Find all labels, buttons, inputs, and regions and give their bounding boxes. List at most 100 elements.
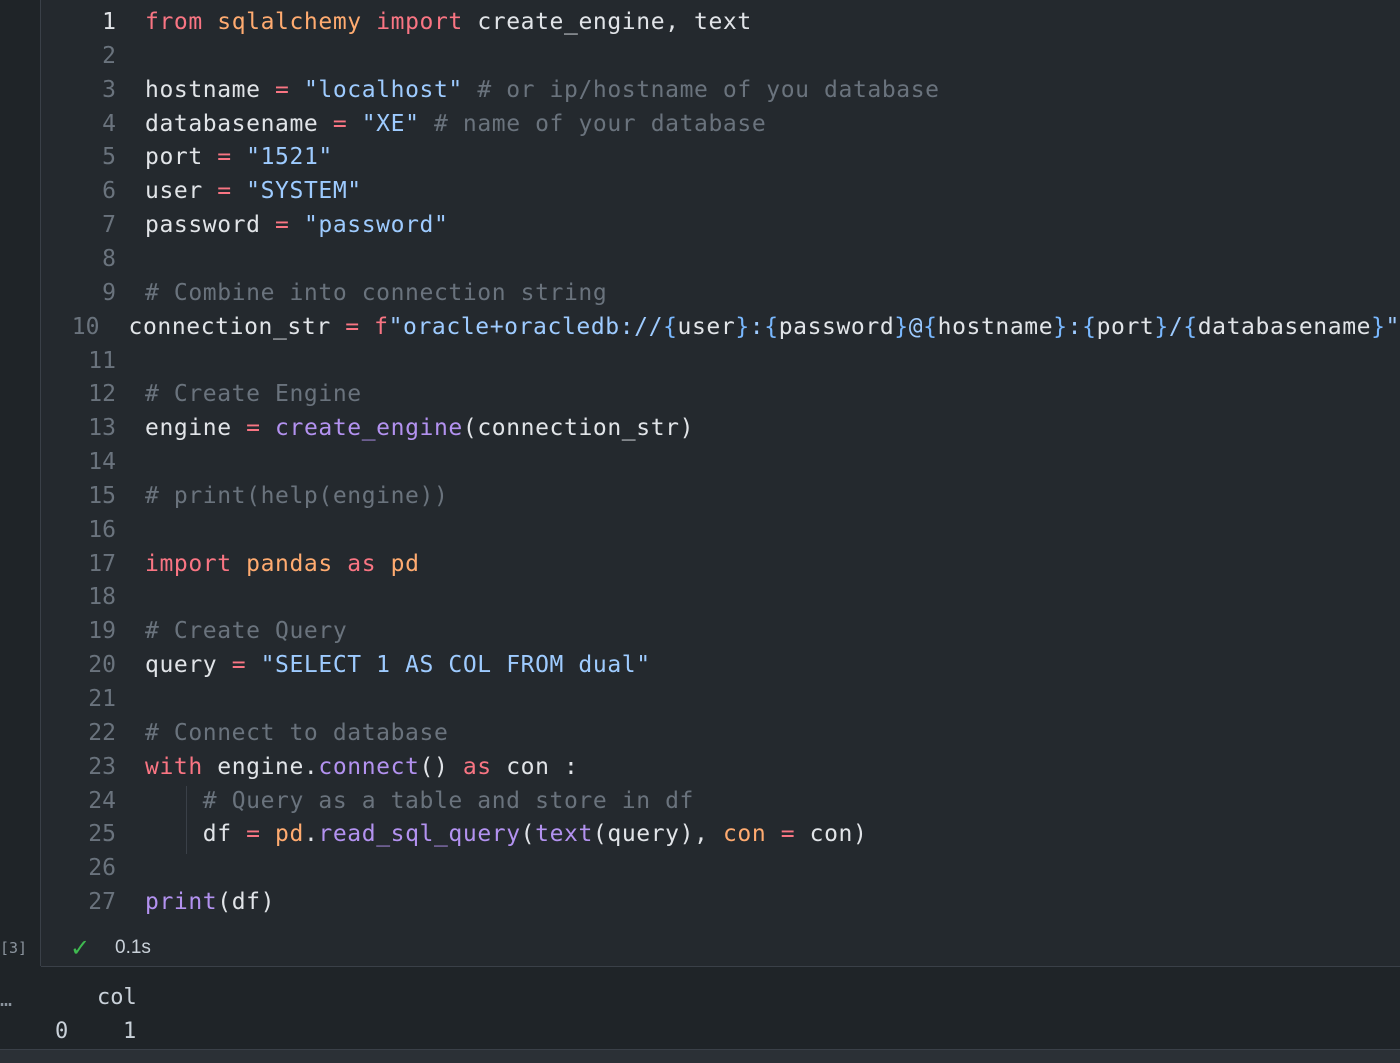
code-token <box>766 821 780 847</box>
code-token: . <box>304 821 318 847</box>
code-token: sqlalchemy <box>217 9 361 35</box>
code-token: df <box>145 821 246 847</box>
code-token <box>232 144 246 170</box>
code-token: (query), <box>593 821 723 847</box>
code-token <box>362 9 376 35</box>
code-text: # Create Query <box>145 618 347 644</box>
code-token: password <box>779 314 895 340</box>
code-token: # Combine into connection string <box>145 280 607 306</box>
cell-status-bar: [3] ✓ 0.1s <box>0 930 1400 966</box>
code-token: = <box>333 111 347 137</box>
code-token: databasename <box>1198 314 1371 340</box>
code-token: port <box>1097 314 1155 340</box>
code-line[interactable]: 13engine = create_engine(connection_str) <box>41 411 1400 445</box>
code-token: = <box>232 652 246 678</box>
code-token: pd <box>391 551 420 577</box>
code-token <box>289 212 303 238</box>
line-number: 23 <box>41 754 145 780</box>
code-line[interactable]: 18 <box>41 580 1400 614</box>
line-number: 27 <box>41 889 145 915</box>
line-number: 22 <box>41 720 145 746</box>
code-token: port <box>145 144 217 170</box>
code-line[interactable]: 21 <box>41 682 1400 716</box>
code-text: # Create Engine <box>145 381 362 407</box>
code-line[interactable]: 27print(df) <box>41 885 1400 919</box>
code-token: create_engine <box>275 415 463 441</box>
code-token: text <box>535 821 593 847</box>
code-text: import pandas as pd <box>145 551 420 577</box>
output-row-value: 1 <box>123 1019 136 1044</box>
code-line[interactable]: 5port = "1521" <box>41 140 1400 174</box>
line-number: 16 <box>41 517 145 543</box>
code-token: pd <box>275 821 304 847</box>
code-text: engine = create_engine(connection_str) <box>145 415 694 441</box>
bottom-bar <box>0 1049 1400 1063</box>
code-token: "XE" <box>362 111 420 137</box>
code-token: (connection_str) <box>463 415 694 441</box>
code-token: import <box>145 551 232 577</box>
code-line[interactable]: 11 <box>41 344 1400 378</box>
code-line[interactable]: 15# print(help(engine)) <box>41 479 1400 513</box>
code-token: { <box>1183 314 1197 340</box>
code-token: "password" <box>304 212 448 238</box>
code-token: = <box>217 144 231 170</box>
code-line[interactable]: 14 <box>41 445 1400 479</box>
code-line[interactable]: 20query = "SELECT 1 AS COL FROM dual" <box>41 648 1400 682</box>
code-line[interactable]: 17import pandas as pd <box>41 547 1400 581</box>
line-number: 12 <box>41 381 145 407</box>
code-editor[interactable]: 1from sqlalchemy import create_engine, t… <box>41 0 1400 966</box>
code-line[interactable]: 16 <box>41 513 1400 547</box>
code-token: = <box>781 821 795 847</box>
code-token: print <box>145 889 217 915</box>
code-token: # or ip/hostname of you database <box>477 77 939 103</box>
line-number: 4 <box>41 111 145 137</box>
code-line[interactable]: 19# Create Query <box>41 614 1400 648</box>
code-line[interactable]: 6user = "SYSTEM" <box>41 174 1400 208</box>
code-token: # name of your database <box>434 111 766 137</box>
code-line[interactable]: 4databasename = "XE" # name of your data… <box>41 107 1400 141</box>
code-text: with engine.connect() as con : <box>145 754 578 780</box>
code-token <box>246 652 260 678</box>
code-token: password <box>145 212 275 238</box>
code-token: } <box>1053 314 1067 340</box>
line-number: 15 <box>41 483 145 509</box>
code-line[interactable]: 1from sqlalchemy import create_engine, t… <box>41 5 1400 39</box>
code-line[interactable]: 10connection_str = f"oracle+oracledb://{… <box>41 310 1400 344</box>
code-line[interactable]: 7password = "password" <box>41 208 1400 242</box>
line-number: 10 <box>41 314 129 340</box>
code-line[interactable]: 22# Connect to database <box>41 716 1400 750</box>
code-token: } <box>894 314 908 340</box>
code-text: # Connect to database <box>145 720 448 746</box>
line-number: 5 <box>41 144 145 170</box>
code-text: connection_str = f"oracle+oracledb://{us… <box>129 314 1400 340</box>
code-line[interactable]: 24 # Query as a table and store in df <box>41 784 1400 818</box>
line-number: 11 <box>41 348 145 374</box>
line-number: 18 <box>41 584 145 610</box>
code-token: { <box>923 314 937 340</box>
output-column-header: col <box>97 985 137 1010</box>
line-number: 8 <box>41 246 145 272</box>
code-line[interactable]: 23with engine.connect() as con : <box>41 750 1400 784</box>
line-number: 25 <box>41 821 145 847</box>
cell-gutter <box>0 0 41 966</box>
code-token: import <box>376 9 463 35</box>
code-token: { <box>764 314 778 340</box>
code-line[interactable]: 26 <box>41 851 1400 885</box>
code-line[interactable]: 3hostname = "localhost" # or ip/hostname… <box>41 73 1400 107</box>
code-token <box>463 77 477 103</box>
code-line[interactable]: 12# Create Engine <box>41 377 1400 411</box>
code-text: # Combine into connection string <box>145 280 607 306</box>
code-token <box>360 314 374 340</box>
code-token: f <box>374 314 388 340</box>
output-collapse-icon[interactable]: … <box>0 987 12 1011</box>
code-token: = <box>246 821 260 847</box>
code-line[interactable]: 9# Combine into connection string <box>41 276 1400 310</box>
code-line[interactable]: 25 df = pd.read_sql_query(text(query), c… <box>41 817 1400 851</box>
code-line[interactable]: 2 <box>41 39 1400 73</box>
code-token: " <box>1386 314 1400 340</box>
code-line[interactable]: 8 <box>41 242 1400 276</box>
code-text: # print(help(engine)) <box>145 483 448 509</box>
execution-time: 0.1s <box>115 937 151 959</box>
code-token <box>232 551 246 577</box>
code-token: hostname <box>938 314 1054 340</box>
